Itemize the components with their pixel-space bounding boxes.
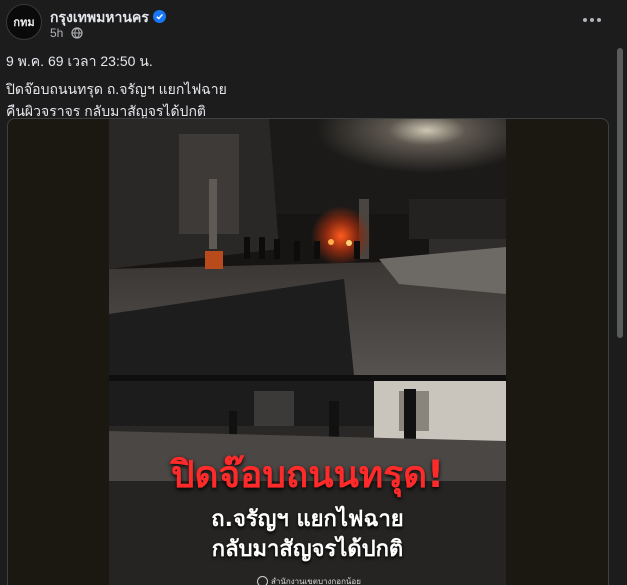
page-name-link[interactable]: กรุงเทพมหานคร xyxy=(50,9,149,25)
feed-scrollbar[interactable] xyxy=(617,48,623,338)
post-text-line-1: ปิดจ๊อบถนนทรุด ถ.จรัญฯ แยกไฟฉาย xyxy=(6,81,227,97)
verified-badge-icon xyxy=(152,10,166,23)
more-options-icon[interactable] xyxy=(578,10,606,30)
post-header: กทม กรุงเทพมหานคร 5h xyxy=(6,4,606,42)
avatar-text: กทม xyxy=(13,16,35,29)
image-subline-2: กลับมาสัญจรได้ปกติ xyxy=(211,537,404,562)
post-time[interactable]: 5h xyxy=(50,26,63,40)
post-meta: 5h xyxy=(50,26,83,42)
photo-road-banner: ปิดจ๊อบถนนทรุด! ถ.จรัญฯ แยกไฟฉาย กลับมาส… xyxy=(109,381,506,585)
post-date-line: 9 พ.ค. 69 เวลา 23:50 น. xyxy=(6,53,153,69)
agency-seal-icon xyxy=(257,576,268,585)
agency-name: สำนักงานเขตบางกอกน้อย xyxy=(271,577,361,585)
post-text: 9 พ.ค. 69 เวลา 23:50 น. ปิดจ๊อบถนนทรุด ถ… xyxy=(6,50,606,122)
facebook-post: กทม กรุงเทพมหานคร 5h 9 พ.ค. 69 เวลา 23:5… xyxy=(0,0,627,585)
post-image[interactable]: ปิดจ๊อบถนนทรุด! ถ.จรัญฯ แยกไฟฉาย กลับมาส… xyxy=(109,119,506,585)
globe-icon xyxy=(71,27,83,42)
photo-road-night xyxy=(109,119,506,375)
post-image-container[interactable]: ปิดจ๊อบถนนทรุด! ถ.จรัญฯ แยกไฟฉาย กลับมาส… xyxy=(7,118,609,585)
image-headline: ปิดจ๊อบถนนทรุด! xyxy=(170,453,445,496)
agency-logo: สำนักงานเขตบางกอกน้อย xyxy=(257,575,361,585)
page-avatar[interactable]: กทม xyxy=(6,4,42,40)
